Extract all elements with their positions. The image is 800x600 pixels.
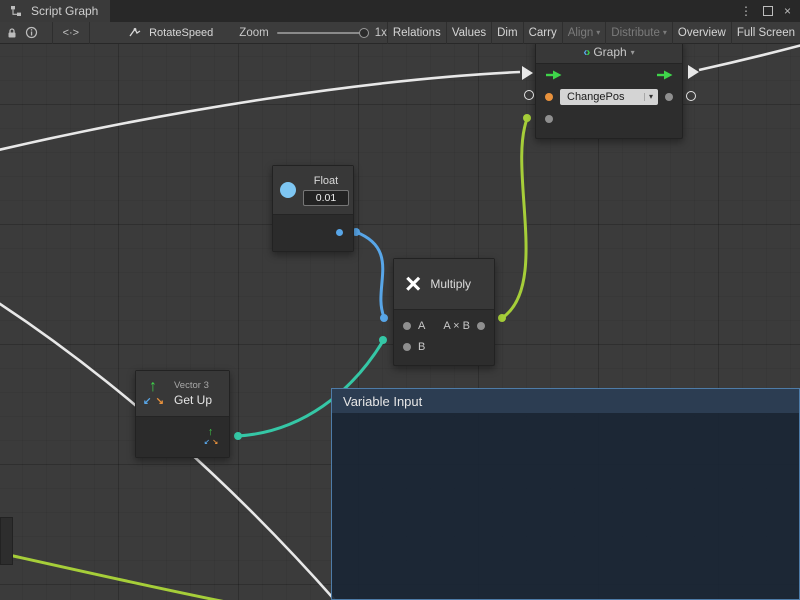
chevron-down-icon: ▾: [596, 28, 600, 37]
lock-icon[interactable]: [6, 22, 19, 44]
external-flow-triangle-right: [688, 65, 699, 79]
wire-multiply-to-graph[interactable]: [502, 119, 527, 318]
node-float-header[interactable]: Float 0.01: [273, 166, 353, 215]
float-type-icon: [280, 182, 296, 198]
multiply-output-label: A × B: [443, 320, 470, 332]
tab-script-graph[interactable]: Script Graph: [0, 0, 110, 22]
node-offscreen-partial[interactable]: [0, 517, 13, 565]
flow-input-arrow[interactable]: [545, 70, 562, 80]
port-endpoint-teal-in[interactable]: [379, 336, 387, 344]
node-graph-title: Graph: [593, 45, 626, 59]
distribute-button[interactable]: Distribute ▾: [605, 22, 672, 44]
node-multiply-header[interactable]: × Multiply: [394, 259, 494, 310]
zoom-slider[interactable]: [277, 32, 367, 34]
carry-button[interactable]: Carry: [523, 22, 562, 44]
group-variable-input: Variable Input: [331, 388, 800, 600]
port-endpoint-lime-in[interactable]: [523, 114, 531, 122]
unity-graph-window: Variable Input ‹› Graph ▾: [0, 0, 800, 600]
node-vector-header[interactable]: ↑ ↙ ↘ Vector 3 Get Up: [136, 371, 229, 417]
port-endpoint-lime-out[interactable]: [498, 314, 506, 322]
multiply-input-b-port[interactable]: [403, 343, 411, 351]
port-endpoint-teal-out[interactable]: [234, 432, 242, 440]
tab-bar: Script Graph ⋮ ×: [0, 0, 800, 22]
dim-button[interactable]: Dim: [491, 22, 522, 44]
port-endpoint-blue-in[interactable]: [380, 314, 388, 322]
wire-bottom-left-lime[interactable]: [9, 555, 236, 600]
float-output-port[interactable]: [336, 229, 343, 236]
node-multiply[interactable]: × Multiply A A × B B: [393, 258, 495, 366]
node-float-title: Float: [314, 175, 338, 187]
chevron-down-icon: ▾: [644, 93, 653, 101]
bolt-icon: ‹›: [583, 45, 589, 59]
result-port[interactable]: [545, 115, 553, 123]
external-port-ring-right[interactable]: [686, 91, 696, 101]
info-icon[interactable]: [25, 22, 38, 44]
vector3-icon: ↑ ↙ ↘: [144, 382, 166, 406]
zoom-label: Zoom: [239, 27, 268, 39]
chevron-down-icon[interactable]: ▾: [631, 48, 635, 57]
multiply-output-port[interactable]: [477, 322, 485, 330]
value-port[interactable]: [665, 93, 673, 101]
maximize-icon[interactable]: [763, 6, 773, 16]
toolbar-buttons: Relations Values Dim Carry Align ▾ Distr…: [387, 22, 800, 44]
node-vector-title: Get Up: [174, 393, 212, 407]
node-graph-header[interactable]: ‹› Graph ▾: [536, 41, 682, 64]
multiply-icon: ×: [405, 270, 421, 298]
graph-name: RotateSpeed: [149, 27, 213, 39]
tab-title: Script Graph: [31, 4, 98, 18]
flow-output-arrow[interactable]: [656, 70, 673, 80]
vector-type-label: Vector 3: [174, 380, 212, 391]
window-controls: ⋮ ×: [740, 0, 800, 22]
script-graph-icon: [7, 0, 25, 22]
variable-dropdown[interactable]: ChangePos ▾: [560, 89, 658, 105]
node-graph-unit[interactable]: ‹› Graph ▾: [535, 40, 683, 139]
multiply-input-a-label: A: [418, 320, 425, 332]
full-screen-button[interactable]: Full Screen: [731, 22, 800, 44]
graph-asset-icon: [126, 22, 144, 44]
chevron-down-icon: ▾: [663, 28, 667, 37]
multiply-input-a-port[interactable]: [403, 322, 411, 330]
zoom-value: 1x: [375, 27, 387, 39]
overview-button[interactable]: Overview: [672, 22, 731, 44]
frame-selection-button[interactable]: <·>: [52, 22, 91, 44]
group-title: Variable Input: [343, 394, 422, 409]
wire-incoming-flow[interactable]: [0, 72, 520, 151]
node-float[interactable]: Float 0.01: [272, 165, 354, 252]
graph-toolbar: <·> RotateSpeed Zoom 1x Relations Values: [0, 22, 800, 44]
node-multiply-title: Multiply: [430, 277, 471, 291]
node-vector3-get-up[interactable]: ↑ ↙ ↘ Vector 3 Get Up ↑ ↙ ↘: [135, 370, 230, 458]
external-flow-triangle-left: [522, 66, 533, 80]
group-header[interactable]: Variable Input: [332, 389, 799, 413]
variable-port[interactable]: [545, 93, 553, 101]
wire-outgoing-flow[interactable]: [699, 44, 800, 70]
wire-float-to-multiply[interactable]: [356, 232, 384, 317]
graph-canvas[interactable]: Variable Input ‹› Graph ▾: [0, 0, 800, 600]
float-value-field[interactable]: 0.01: [303, 190, 349, 206]
kebab-menu-icon[interactable]: ⋮: [740, 5, 752, 17]
zoom-control: Zoom 1x: [239, 27, 387, 39]
external-port-ring-left[interactable]: [524, 90, 534, 100]
vector3-output-type-icon[interactable]: ↑ ↙ ↘: [205, 429, 220, 445]
relations-button[interactable]: Relations: [387, 22, 446, 44]
values-button[interactable]: Values: [446, 22, 491, 44]
variable-dropdown-value: ChangePos: [567, 91, 639, 103]
close-icon[interactable]: ×: [784, 5, 791, 17]
zoom-slider-handle[interactable]: [359, 28, 369, 38]
align-button[interactable]: Align ▾: [562, 22, 606, 44]
graph-breadcrumb[interactable]: RotateSpeed: [126, 22, 213, 44]
multiply-input-b-label: B: [418, 341, 425, 353]
